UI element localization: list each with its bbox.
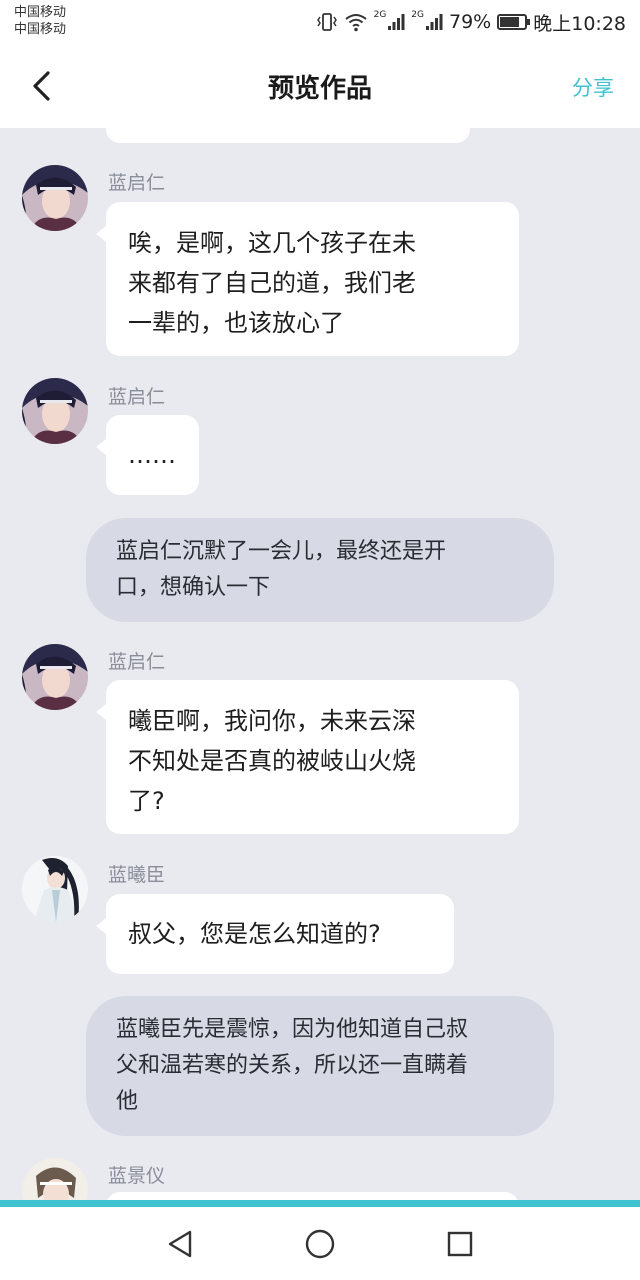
carrier-1: 中国移动 [14, 5, 67, 20]
nav-bar: 预览作品 分享 [0, 48, 640, 128]
vibrate-icon [316, 12, 338, 32]
network-type-2: 2G [411, 10, 424, 20]
message-line: 唉，是啊，这几个孩子在未 [128, 229, 416, 257]
share-button[interactable]: 分享 [572, 72, 614, 102]
message-bubble[interactable]: 叔父，您是怎么知道的? [96, 894, 454, 974]
narration-line: 他 [116, 1089, 139, 1114]
message-line: 叔父，您是怎么知道的? [128, 920, 381, 948]
screen: 中国移动 中国移动 2G 2G 79% 晚上10:28 预览作品 分享 蓝启仁 … [0, 0, 640, 1280]
battery-percent: 79% [449, 11, 492, 33]
avatar-lan-jingyi[interactable] [22, 1158, 88, 1200]
narration-line: 蓝启仁沉默了一会儿，最终还是开 [116, 539, 447, 564]
message-line: …… [128, 441, 176, 469]
narration-line: 口，想确认一下 [116, 575, 271, 600]
narration-bubble[interactable]: 蓝启仁沉默了一会儿，最终还是开 口，想确认一下 [86, 518, 554, 622]
message-bubble[interactable]: 唉，是啊，这几个孩子在未 来都有了自己的道，我们老 一辈的，也该放心了 [96, 202, 519, 356]
battery-level-fill [500, 17, 520, 27]
triangle-back-icon [168, 1230, 192, 1257]
message-line: 了? [128, 787, 165, 815]
system-nav-bar [0, 1207, 640, 1280]
message-bubble[interactable]: 曦臣啊，我问你，未来云深 不知处是否真的被岐山火烧 了? [96, 680, 519, 834]
message-bubble-partial [106, 128, 470, 143]
message-line: 不知处是否真的被岐山火烧 [128, 747, 416, 775]
message-bubble[interactable]: …… [96, 415, 199, 495]
avatar-lan-qiren[interactable] [22, 644, 88, 710]
message-bubble-partial [106, 1192, 519, 1200]
network-type-1: 2G [373, 10, 387, 20]
avatar-lan-xichen[interactable] [22, 856, 88, 922]
message-line: 曦臣啊，我问你，未来云深 [128, 707, 416, 735]
narration-line: 父和温若寒的关系，所以还一直瞒着 [116, 1053, 469, 1078]
page-title: 预览作品 [267, 74, 372, 104]
battery-icon [497, 14, 531, 30]
wifi-icon [344, 12, 368, 32]
message-line: 来都有了自己的道，我们老 [128, 269, 416, 297]
narration-bubble[interactable]: 蓝曦臣先是震惊，因为他知道自己叔 父和温若寒的关系，所以还一直瞒着 他 [86, 996, 554, 1136]
sender-name: 蓝启仁 [108, 172, 166, 194]
status-bar: 中国移动 中国移动 2G 2G 79% 晚上10:28 [0, 0, 640, 48]
clock-time: 晚上10:28 [533, 12, 626, 35]
square-recents-icon [447, 1231, 473, 1256]
message-line: 一辈的，也该放心了 [128, 309, 344, 337]
signal-1-icon: 2G [373, 10, 406, 31]
avatar-lan-qiren[interactable] [22, 165, 88, 231]
system-recents-button[interactable] [440, 1224, 480, 1264]
sender-name: 蓝景仪 [108, 1165, 166, 1187]
carrier-info: 中国移动 中国移动 [14, 4, 66, 38]
carrier-2: 中国移动 [14, 22, 67, 37]
sender-name: 蓝曦臣 [108, 864, 166, 886]
signal-2-icon: 2G [411, 10, 443, 31]
system-back-button[interactable] [160, 1224, 200, 1264]
sender-name: 蓝启仁 [108, 651, 166, 673]
narration-line: 蓝曦臣先是震惊，因为他知道自己叔 [116, 1017, 469, 1042]
chat-area[interactable]: 蓝启仁 唉，是啊，这几个孩子在未 来都有了自己的道，我们老 一辈的，也该放心了 … [0, 128, 640, 1200]
system-home-button[interactable] [300, 1224, 340, 1264]
status-icons: 2G 2G 79% 晚上10:28 [316, 9, 626, 35]
accent-divider [0, 1200, 640, 1207]
avatar-lan-qiren[interactable] [22, 378, 88, 444]
sender-name: 蓝启仁 [108, 386, 166, 408]
circle-home-icon [305, 1229, 335, 1258]
